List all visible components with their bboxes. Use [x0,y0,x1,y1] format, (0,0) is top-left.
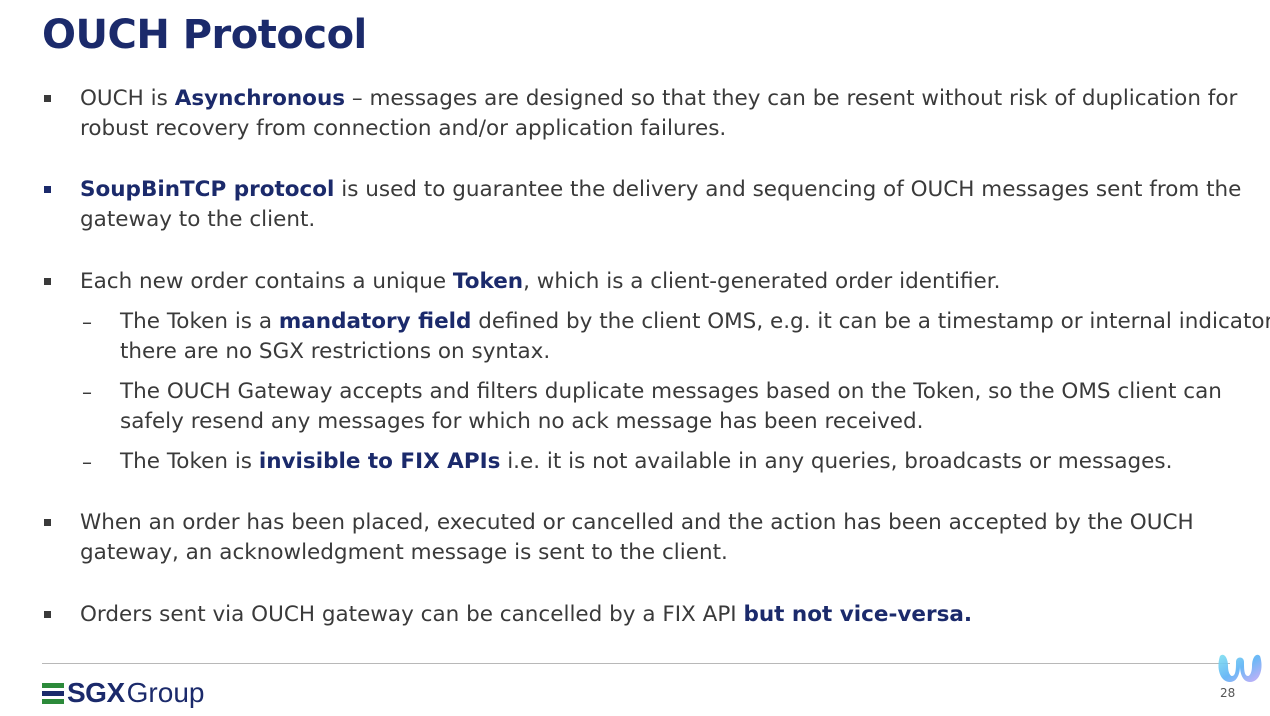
text: Each new order contains a unique [80,269,453,294]
bullet-5-line-1: Orders sent via OUCH gateway can be canc… [80,600,972,630]
bullet-marker [44,278,51,285]
footer-divider [42,663,1230,664]
slide-title: OUCH Protocol [42,12,367,58]
text: is used to guarantee the delivery and se… [334,177,1242,202]
text: , which is a client-generated order iden… [523,269,1001,294]
emphasis-text: but not vice-versa. [743,602,973,627]
bullet-3-line-1: Each new order contains a unique Token, … [80,267,1000,297]
bullet-marker [44,95,51,102]
bullet-2-line-1: SoupBinTCP protocol is used to guarantee… [80,175,1241,205]
emphasis-text: Asynchronous [174,86,346,111]
logo-bars-icon [42,682,64,704]
bullet-marker [44,519,51,526]
bullet-marker [44,186,51,193]
text: i.e. it is not available in any queries,… [500,449,1173,474]
page-number: 28 [1220,686,1236,700]
sub-bullet-2-line-1: The OUCH Gateway accepts and filters dup… [120,379,1222,404]
text: The Token is a [120,309,279,334]
text: Orders sent via OUCH gateway can be canc… [80,602,744,627]
emphasis-text: invisible to FIX APIs [258,449,501,474]
sgx-group-logo: SGX Group [42,676,204,710]
dash-marker: – [82,310,92,334]
text: – messages are designed so that they can… [345,86,1238,111]
sub-bullet-1-line-1: The Token is a mandatory field defined b… [120,307,1270,337]
emphasis-text: mandatory field [278,309,472,334]
webex-icon[interactable] [1214,648,1266,686]
emphasis-text: Token [452,269,524,294]
sub-bullet-1-line-2: there are no SGX restrictions on syntax. [120,339,551,364]
emphasis-text: SoupBinTCP protocol [80,177,335,202]
bullet-1-line-1: OUCH is Asynchronous – messages are desi… [80,84,1237,114]
dash-marker: – [82,450,92,474]
bullet-1-line-2: robust recovery from connection and/or a… [80,116,727,141]
bullet-2-line-2: gateway to the client. [80,207,316,232]
bullet-4-line-1: When an order has been placed, executed … [80,510,1194,535]
dash-marker: – [82,380,92,404]
logo-group-text: Group [126,677,205,708]
text: defined by the client OMS, e.g. it can b… [471,309,1270,334]
sub-bullet-3-line-1: The Token is invisible to FIX APIs i.e. … [120,447,1172,477]
bullet-4-line-2: gateway, an acknowledgment message is se… [80,540,728,565]
logo-sgx-text: SGX [67,677,125,708]
bullet-marker [44,611,51,618]
sub-bullet-2-line-2: safely resend any messages for which no … [120,409,924,434]
text: OUCH is [80,86,175,111]
text: The Token is [120,449,259,474]
